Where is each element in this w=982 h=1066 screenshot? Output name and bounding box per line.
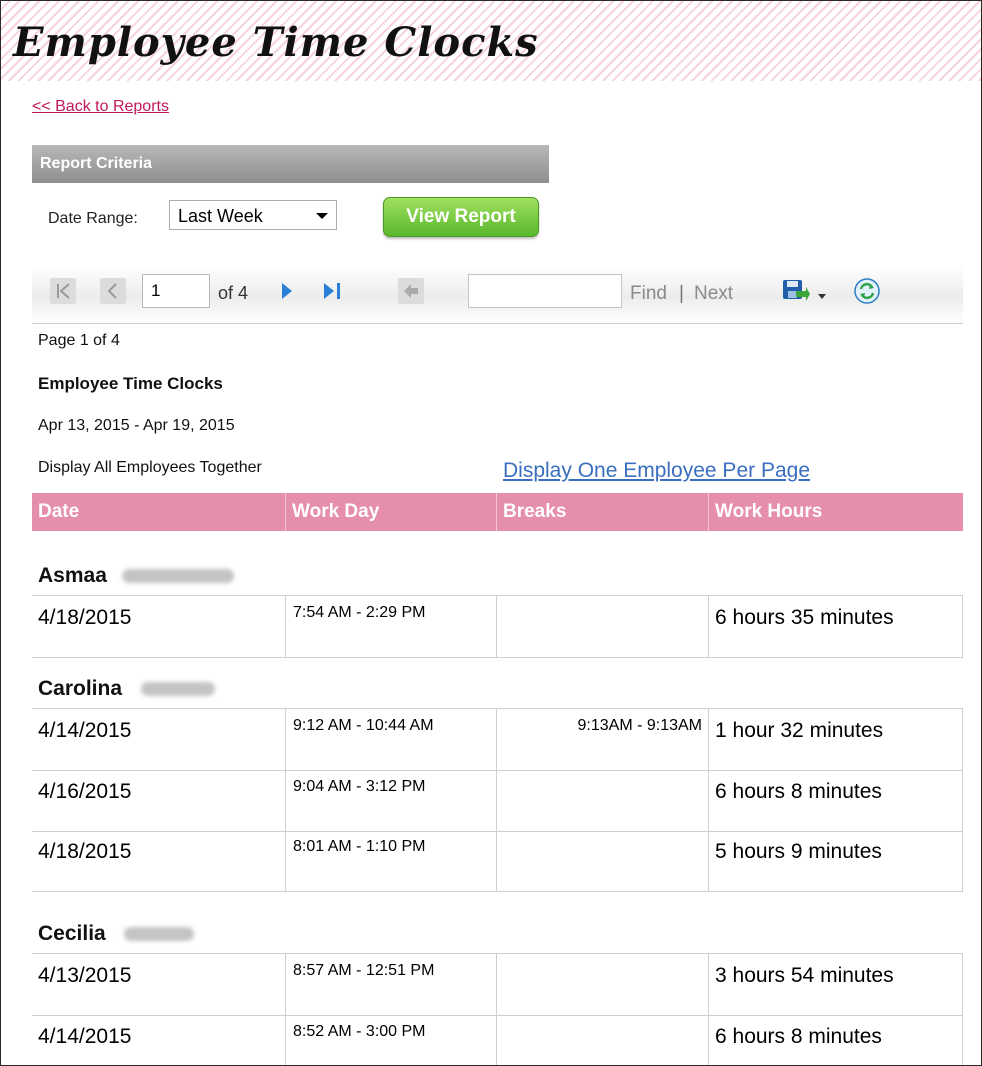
date-range-label: Date Range: xyxy=(48,210,138,227)
export-save-icon[interactable] xyxy=(780,277,810,305)
first-page-icon[interactable] xyxy=(50,278,76,304)
report-viewer-toolbar: of 4 Find | Next xyxy=(32,265,963,324)
employee-name: Asmaa xyxy=(38,564,107,587)
page-total-label: of 4 xyxy=(218,283,249,303)
previous-page-icon[interactable] xyxy=(100,278,126,304)
find-link[interactable]: Find xyxy=(630,283,667,305)
column-header-breaks: Breaks xyxy=(496,493,708,531)
table-row: 4/16/2015 9:04 AM - 3:12 PM 6 hours 8 mi… xyxy=(32,770,963,832)
find-text-input[interactable] xyxy=(468,274,622,308)
employee-name: Carolina xyxy=(38,677,123,700)
export-dropdown-icon[interactable] xyxy=(817,288,827,299)
redacted-surname xyxy=(124,927,194,941)
row-date: 4/13/2015 xyxy=(38,964,132,987)
view-report-button[interactable]: View Report xyxy=(383,197,539,237)
row-breaks xyxy=(496,770,708,831)
table-header: Date Work Day Breaks Work Hours xyxy=(32,493,963,531)
row-date: 4/16/2015 xyxy=(38,780,132,803)
row-work-hours: 1 hour 32 minutes xyxy=(708,709,963,770)
report-criteria-label: Report Criteria xyxy=(40,155,153,172)
report-criteria-header: Report Criteria xyxy=(32,145,549,183)
row-breaks xyxy=(496,1015,708,1065)
find-next-separator: | xyxy=(679,283,684,304)
chevron-down-icon xyxy=(316,213,328,219)
row-breaks xyxy=(496,830,708,891)
row-date: 4/14/2015 xyxy=(38,719,132,742)
table-row: 4/14/2015 9:12 AM - 10:44 AM 9:13AM - 9:… xyxy=(32,708,963,771)
last-page-icon[interactable] xyxy=(320,280,346,302)
row-work-hours: 6 hours 35 minutes xyxy=(708,596,963,657)
row-work-hours: 6 hours 8 minutes xyxy=(708,1015,963,1065)
page-title: Employee Time Clocks xyxy=(13,19,539,66)
row-work-hours: 6 hours 8 minutes xyxy=(708,770,963,831)
redacted-surname xyxy=(141,682,215,696)
report-date-span: Apr 13, 2015 - Apr 19, 2015 xyxy=(38,417,235,434)
row-work-day: 7:54 AM - 2:29 PM xyxy=(285,596,496,657)
row-breaks xyxy=(496,954,708,1015)
find-next-link[interactable]: Next xyxy=(694,283,733,305)
column-header-date: Date xyxy=(38,501,80,522)
row-work-hours: 5 hours 9 minutes xyxy=(708,830,963,891)
table-row: 4/18/2015 8:01 AM - 1:10 PM 5 hours 9 mi… xyxy=(32,830,963,892)
redacted-surname xyxy=(122,569,234,583)
row-work-day: 9:12 AM - 10:44 AM xyxy=(285,709,496,770)
column-header-work-hours: Work Hours xyxy=(708,493,963,531)
row-date: 4/18/2015 xyxy=(38,840,132,863)
table-row: 4/13/2015 8:57 AM - 12:51 PM 3 hours 54 … xyxy=(32,953,963,1016)
title-banner: Employee Time Clocks xyxy=(1,1,981,81)
next-page-icon[interactable] xyxy=(276,280,298,302)
date-range-value: Last Week xyxy=(178,206,263,226)
report-window: Employee Time Clocks << Back to Reports … xyxy=(0,0,982,1066)
row-date: 4/18/2015 xyxy=(38,606,132,629)
date-range-select[interactable]: Last Week xyxy=(169,200,337,230)
row-date: 4/14/2015 xyxy=(38,1025,132,1048)
refresh-icon[interactable] xyxy=(852,276,882,306)
table-row: 4/14/2015 8:52 AM - 3:00 PM 6 hours 8 mi… xyxy=(32,1015,963,1065)
row-work-hours: 3 hours 54 minutes xyxy=(708,954,963,1015)
display-one-employee-per-page-link[interactable]: Display One Employee Per Page xyxy=(503,459,810,483)
row-work-day: 8:57 AM - 12:51 PM xyxy=(285,954,496,1015)
row-work-day: 9:04 AM - 3:12 PM xyxy=(285,770,496,831)
row-breaks: 9:13AM - 9:13AM xyxy=(496,709,708,770)
row-breaks xyxy=(496,596,708,657)
back-to-reports-link[interactable]: << Back to Reports xyxy=(32,98,169,116)
page-info: Page 1 of 4 xyxy=(38,332,120,349)
row-work-day: 8:01 AM - 1:10 PM xyxy=(285,830,496,891)
display-mode-label: Display All Employees Together xyxy=(38,459,262,476)
report-title: Employee Time Clocks xyxy=(38,374,223,393)
page-number-input[interactable] xyxy=(142,274,210,308)
employee-name: Cecilia xyxy=(38,922,106,945)
back-to-parent-icon[interactable] xyxy=(398,278,424,304)
row-work-day: 8:52 AM - 3:00 PM xyxy=(285,1015,496,1065)
column-header-work-day: Work Day xyxy=(285,493,496,531)
table-row: 4/18/2015 7:54 AM - 2:29 PM 6 hours 35 m… xyxy=(32,595,963,658)
